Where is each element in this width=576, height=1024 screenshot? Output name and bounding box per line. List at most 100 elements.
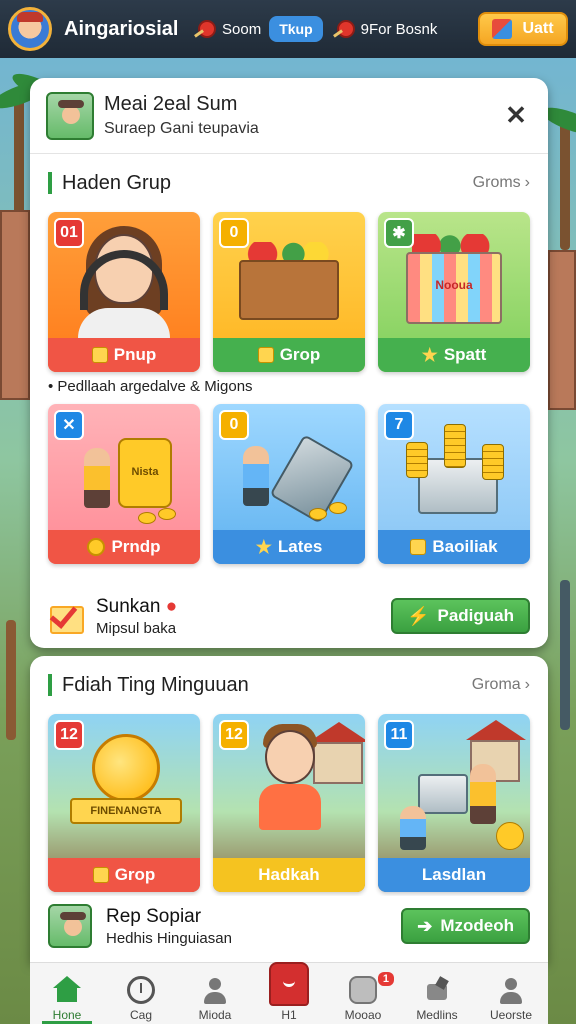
card-label: Prndp (111, 537, 161, 556)
coin-icon (87, 538, 106, 556)
pin-icon (333, 18, 355, 40)
card-lasdlan[interactable]: 11 Lasdlan (378, 714, 530, 892)
coin-stack-icon (406, 442, 428, 478)
card-grop[interactable]: 0 Grop (213, 212, 365, 372)
jar-label: Nista (131, 466, 159, 478)
nav-cag[interactable]: Cag (106, 976, 176, 1022)
coin-icon (138, 512, 156, 524)
card-hadkah[interactable]: 12 Hadkah (213, 714, 365, 892)
card-label: Hadkah (258, 865, 320, 884)
main-panel: Meai 2eal Sum Suraep Gani teupavia ✕ Had… (30, 78, 548, 648)
reward-title: Sunkan ● (96, 596, 177, 618)
house-roof (466, 720, 526, 740)
card-grid: 01 Pnup 0 Grop Nooua ✱ ★ Spatt (30, 212, 548, 372)
card-footer: Lasdlan (378, 858, 530, 892)
card-badge: 0 (219, 410, 249, 440)
star-icon: ★ (255, 537, 272, 557)
nav-medlins[interactable]: Medlins (402, 976, 472, 1022)
boy-shirt (259, 784, 321, 830)
card-label: Spatt (443, 345, 487, 364)
section-link[interactable]: Groms (473, 174, 521, 192)
top-item-label: Soom (222, 20, 262, 38)
card-label: Grop (279, 345, 321, 364)
card-label: Baoiliak (432, 537, 498, 556)
book-icon (257, 347, 274, 363)
nav-home[interactable]: Hone (32, 976, 102, 1024)
section-link[interactable]: Groma (472, 676, 521, 694)
nav-ueorste[interactable]: Ueorste (476, 976, 546, 1022)
card-badge: 01 (54, 218, 84, 248)
house-right (548, 250, 576, 410)
panel-title: Meai 2eal Sum (104, 93, 238, 115)
notification-badge: 1 (377, 972, 394, 986)
nav-mioda[interactable]: Mioda (180, 976, 250, 1022)
girl-shirt (78, 308, 170, 338)
section-title: Haden Grup (62, 171, 171, 194)
section-header: Haden Grup Groms › (30, 154, 548, 212)
section-note: • Pedllaah argedalve & Migons (30, 372, 548, 402)
card-footer: Baoiliak (378, 530, 530, 564)
crate-icon (239, 260, 339, 320)
card-footer: ★ Spatt (378, 338, 530, 372)
kid-figure (400, 806, 426, 850)
card-baoiliak[interactable]: 7 Baoiliak (378, 404, 530, 564)
mzodeoh-button[interactable]: ➔ Mzodeoh (401, 908, 530, 944)
house-left (0, 210, 30, 400)
jar-icon: Nista (118, 438, 172, 508)
card-badge: 0 (219, 218, 249, 248)
nav-label: Cag (129, 1008, 152, 1022)
player-avatar[interactable] (8, 7, 52, 51)
top-item-soom[interactable]: Soom Tkup (194, 16, 323, 42)
coin-icon (309, 508, 327, 520)
card-spatt[interactable]: Nooua ✱ ★ Spatt (378, 212, 530, 372)
visit-label: Uatt (522, 20, 554, 37)
nav-label: Hone (52, 1008, 82, 1022)
padiguah-label: Padiguah (437, 606, 514, 625)
chevron-right-icon: › (524, 676, 530, 693)
app-title: Aingariosial (64, 17, 179, 40)
card-label: Lasdlan (421, 865, 487, 884)
checkmark-icon (48, 600, 84, 634)
card-grid: Nista ✕ Prndp 0 ★ Lates 7 Baoiliak (30, 404, 548, 564)
card-pnup[interactable]: 01 Pnup (48, 212, 200, 372)
top-item-bosnk[interactable]: 9For Bosnk (333, 18, 437, 40)
pin-icon (194, 18, 216, 40)
padiguah-button[interactable]: ⚡ Padiguah (391, 598, 530, 634)
coin-icon (329, 502, 347, 514)
rep-title: Rep Sopiar (106, 905, 202, 927)
card-footer: Grop (213, 338, 365, 372)
card-badge: 12 (54, 720, 84, 750)
bolt-icon: ⚡ (407, 605, 430, 626)
card-prndp[interactable]: Nista ✕ Prndp (48, 404, 200, 564)
coin-banner: FINENANGTA (70, 798, 182, 824)
close-icon: ✕ (505, 100, 527, 130)
section-note-text: Pedllaah argedalve & Migons (57, 378, 253, 395)
tkup-button[interactable]: Tkup (269, 16, 323, 42)
profile-thumbnail (46, 91, 94, 140)
clock-icon (127, 976, 155, 1004)
card-grop-event[interactable]: FINENANGTA 12 Grop (48, 714, 200, 892)
boy-face (265, 730, 315, 784)
card-label: Grop (114, 865, 156, 884)
rep-subtitle: Hedhis Hinguiasan (106, 929, 232, 947)
nav-mooao[interactable]: 1 Mooao (328, 972, 398, 1022)
nav-h1[interactable]: H1 (254, 962, 324, 1022)
close-badge: ✕ (54, 410, 84, 440)
coin-stack-icon (92, 867, 109, 883)
arrow-right-icon: ➔ (417, 915, 433, 936)
mzodeoh-label: Mzodeoh (440, 916, 514, 935)
close-button[interactable]: ✕ (500, 100, 532, 132)
chest-icon (418, 774, 468, 814)
bottom-nav: Hone Cag Mioda H1 1 Mooao Medlins Ueorst… (30, 962, 548, 1024)
nav-label: Medlins (416, 1008, 458, 1022)
section-accent-bar (48, 674, 52, 696)
card-badge: 7 (384, 410, 414, 440)
rep-thumbnail (48, 904, 92, 948)
rep-row-text: Rep Sopiar Hedhis Hinguiasan (106, 906, 232, 947)
card-lates[interactable]: 0 ★ Lates (213, 404, 365, 564)
visit-button[interactable]: Uatt (478, 12, 568, 46)
gamepad-icon (349, 976, 377, 1004)
coin-icon (158, 508, 176, 520)
palm-tree (560, 120, 570, 250)
reward-row: Sunkan ● Mipsul baka ⚡ Padiguah (30, 586, 548, 646)
